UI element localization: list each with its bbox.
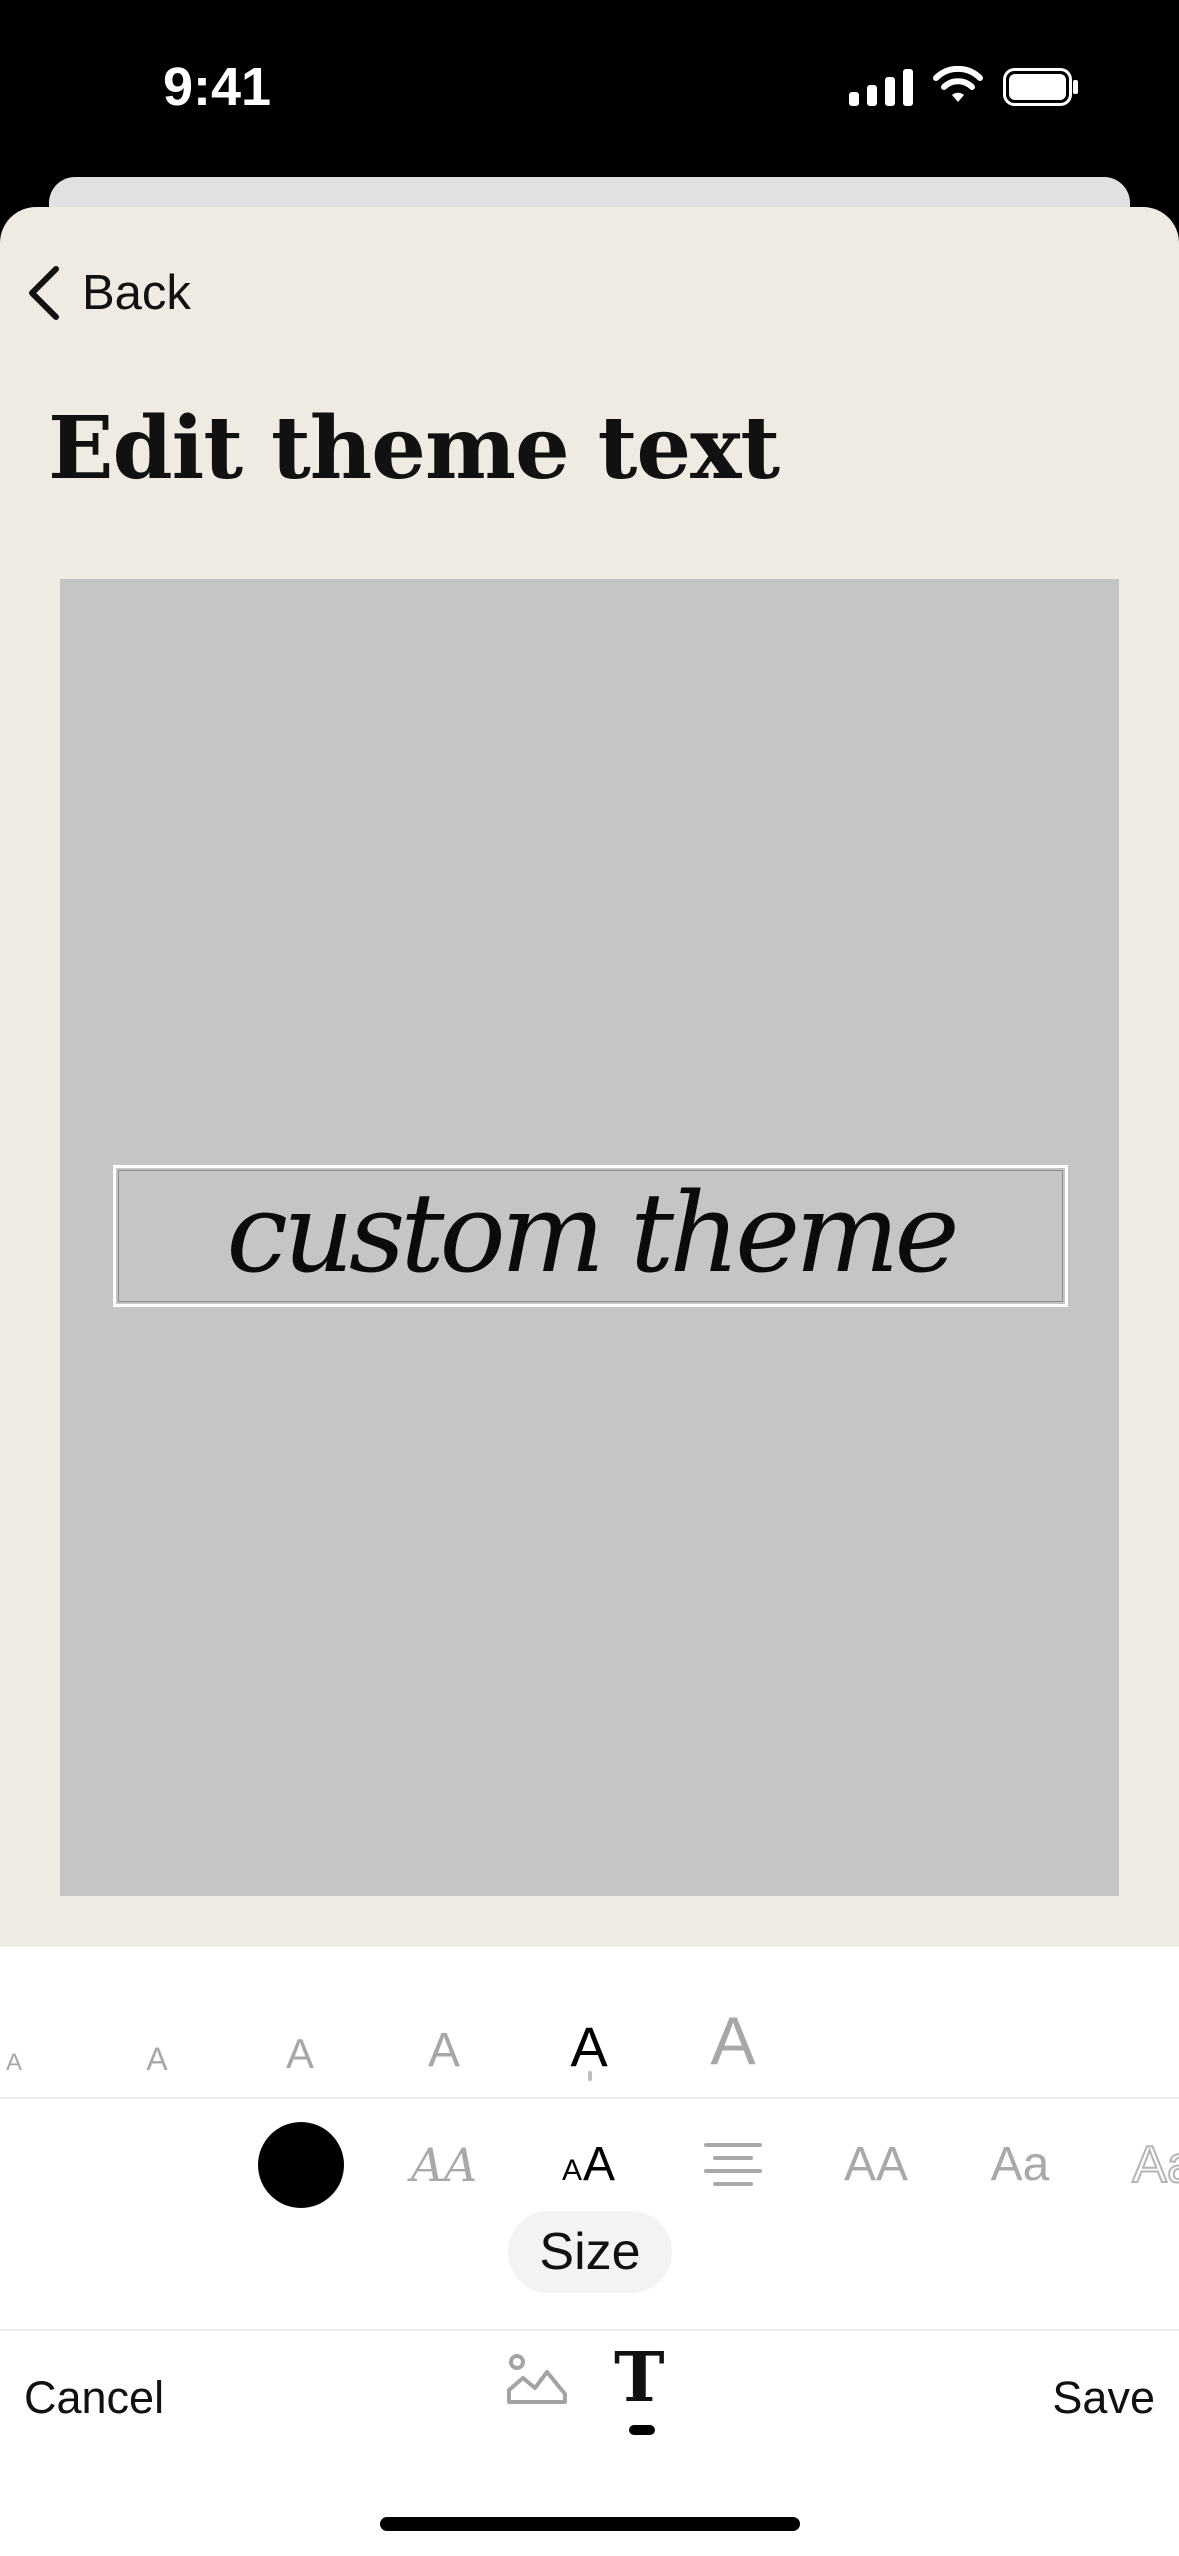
text-tools-panel: A A A A A A AA AA AA Aa Aa Size Cancel T… xyxy=(0,1947,1179,2556)
theme-text-box[interactable]: custom theme xyxy=(113,1165,1068,1307)
mixed-case-icon[interactable]: Aa xyxy=(991,2141,1050,2189)
chevron-left-icon xyxy=(29,266,59,320)
outline-text-icon[interactable]: Aa xyxy=(1131,2138,1179,2192)
selected-size-indicator xyxy=(588,2071,592,2081)
cancel-button[interactable]: Cancel xyxy=(24,2372,164,2424)
size-picker[interactable]: A A A A A A xyxy=(0,1947,1179,2097)
save-button[interactable]: Save xyxy=(1052,2372,1155,2424)
text-size-icon[interactable]: AA xyxy=(562,2141,616,2189)
back-label: Back xyxy=(82,266,191,320)
size-option-s[interactable]: A xyxy=(146,2043,167,2075)
uppercase-icon[interactable]: AA xyxy=(844,2141,908,2189)
theme-text: custom theme xyxy=(226,1169,959,1297)
image-icon[interactable] xyxy=(505,2350,569,2410)
signal-icon xyxy=(849,68,913,106)
battery-icon xyxy=(1003,68,1078,106)
page-title: Edit theme text xyxy=(48,398,780,499)
bottom-toolbar: Cancel T Save xyxy=(0,2330,1179,2460)
theme-preview-canvas[interactable]: custom theme xyxy=(60,579,1119,1896)
active-tool-label: Size xyxy=(508,2211,672,2293)
status-icons xyxy=(849,66,1079,106)
size-option-xs[interactable]: A xyxy=(6,2051,22,2075)
align-center-icon[interactable] xyxy=(703,2141,763,2189)
status-time: 9:41 xyxy=(163,57,272,117)
status-bar: 9:41 xyxy=(0,0,1179,175)
size-option-l[interactable]: A xyxy=(428,2027,460,2075)
size-option-xxl[interactable]: A xyxy=(710,2007,755,2075)
size-option-m[interactable]: A xyxy=(286,2033,314,2075)
active-tab-indicator xyxy=(629,2425,655,2435)
back-button[interactable]: Back xyxy=(24,258,191,328)
text-icon[interactable]: T xyxy=(614,2344,665,2412)
font-icon[interactable]: AA xyxy=(411,2142,477,2188)
color-swatch-icon[interactable] xyxy=(258,2122,344,2208)
size-option-xl[interactable]: A xyxy=(570,2019,607,2075)
home-indicator xyxy=(380,2517,800,2531)
wifi-icon xyxy=(933,66,983,102)
